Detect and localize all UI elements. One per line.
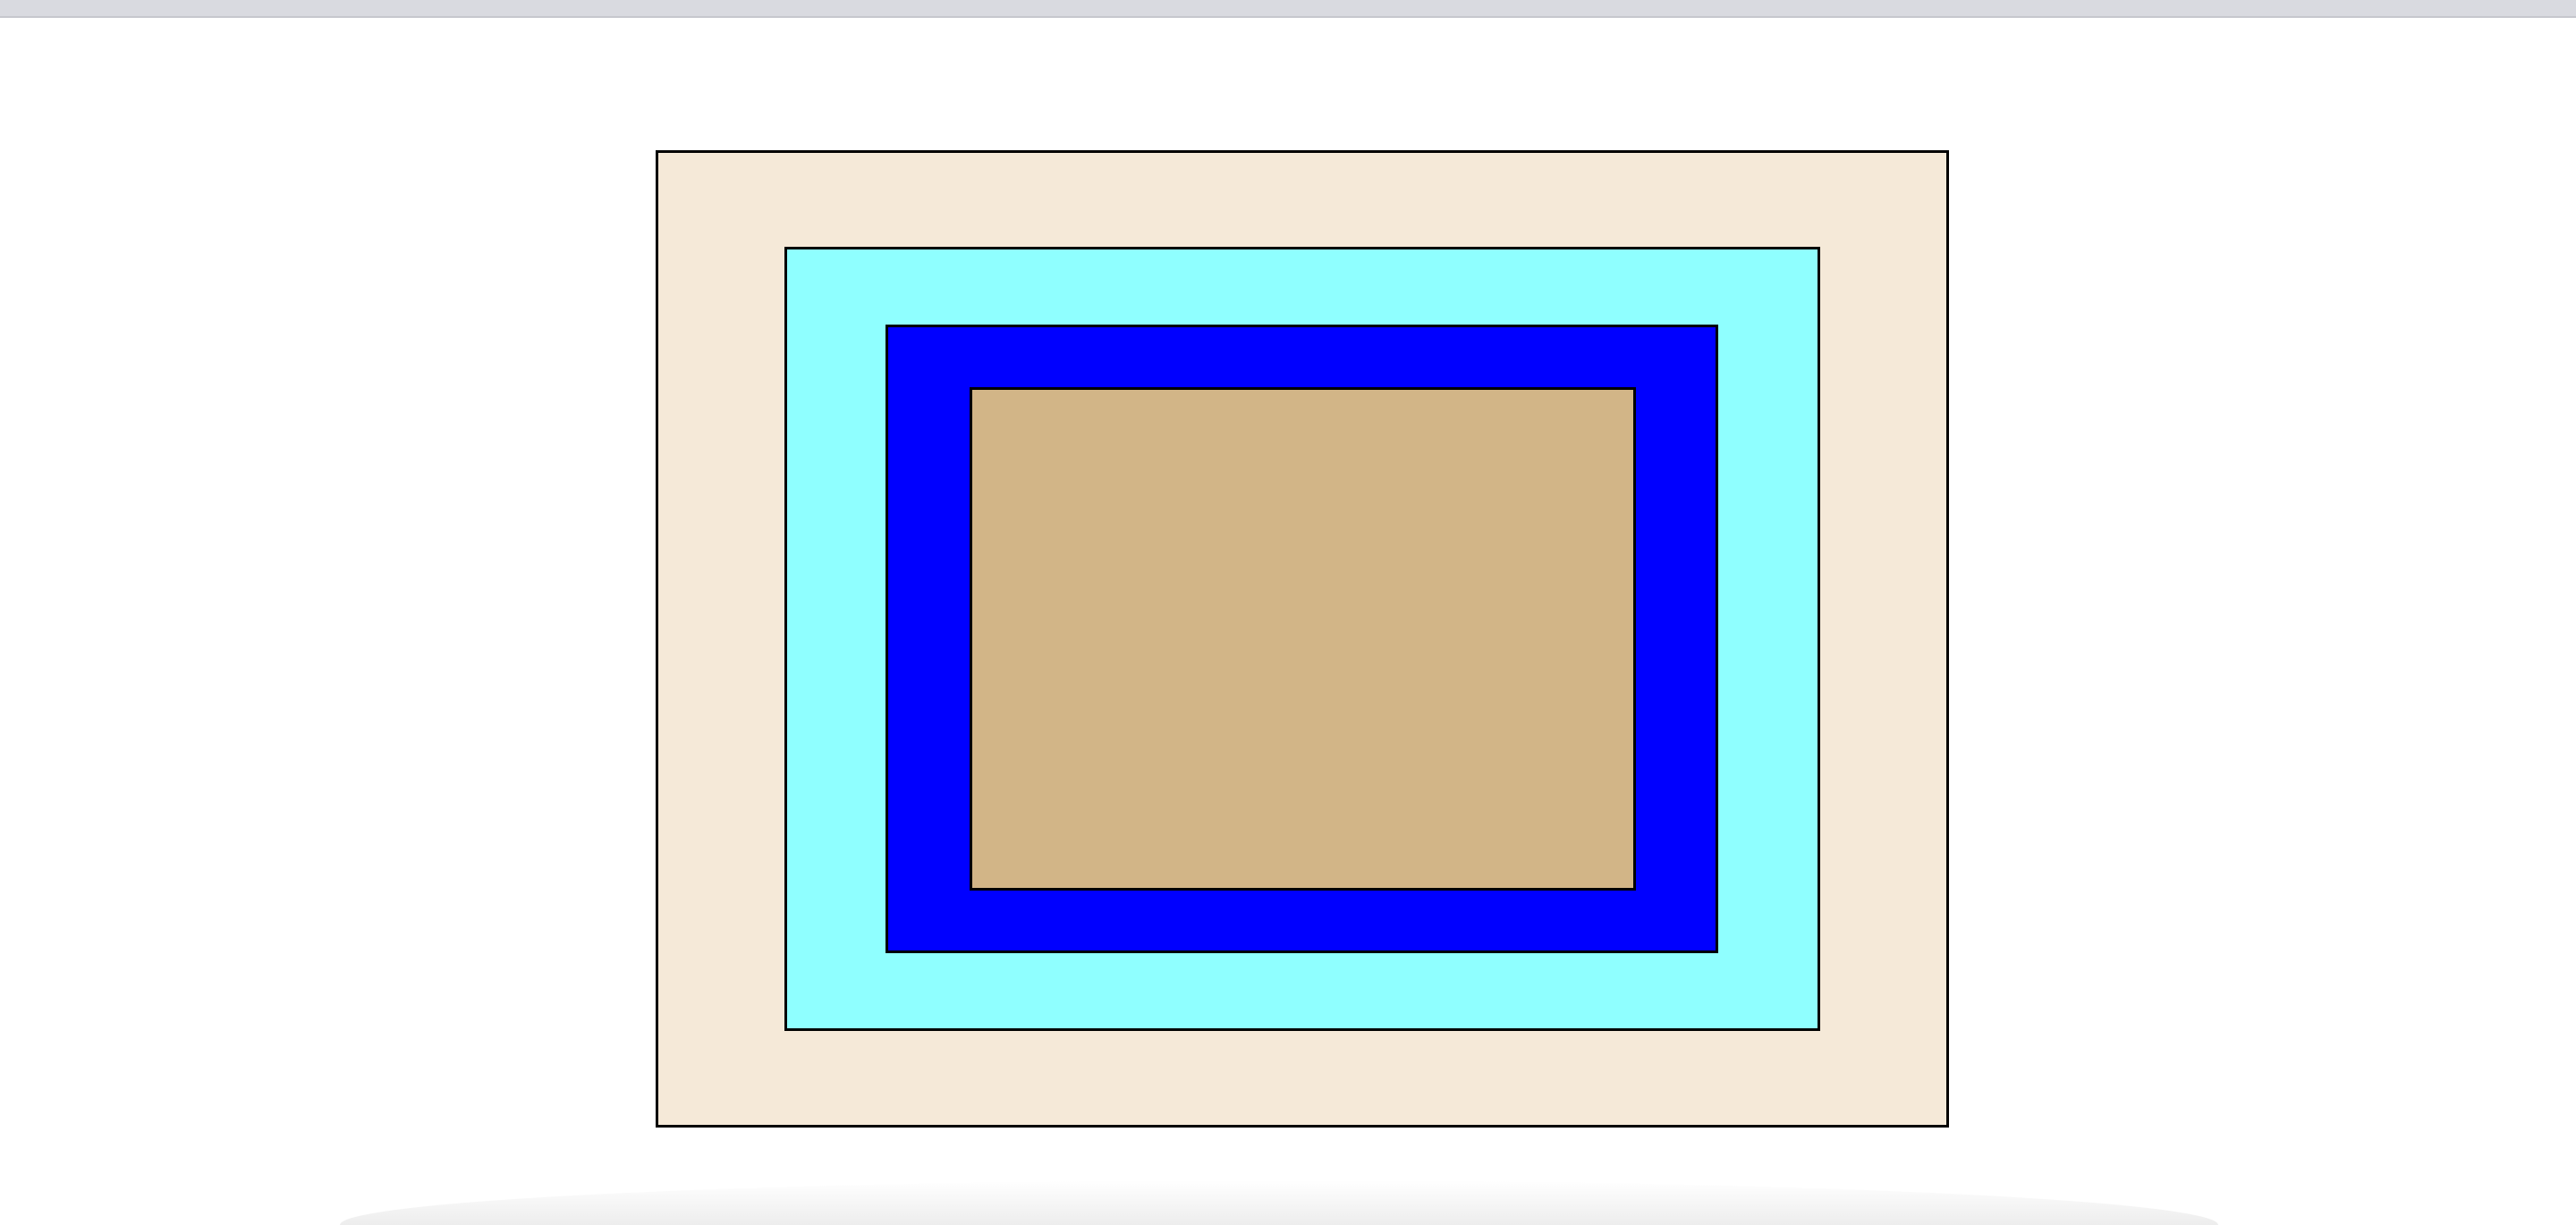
browser-top-strip bbox=[0, 0, 2576, 18]
page-viewport bbox=[0, 0, 2576, 1225]
bottom-shadow bbox=[340, 1180, 2218, 1225]
inner-rectangle bbox=[970, 387, 1636, 891]
